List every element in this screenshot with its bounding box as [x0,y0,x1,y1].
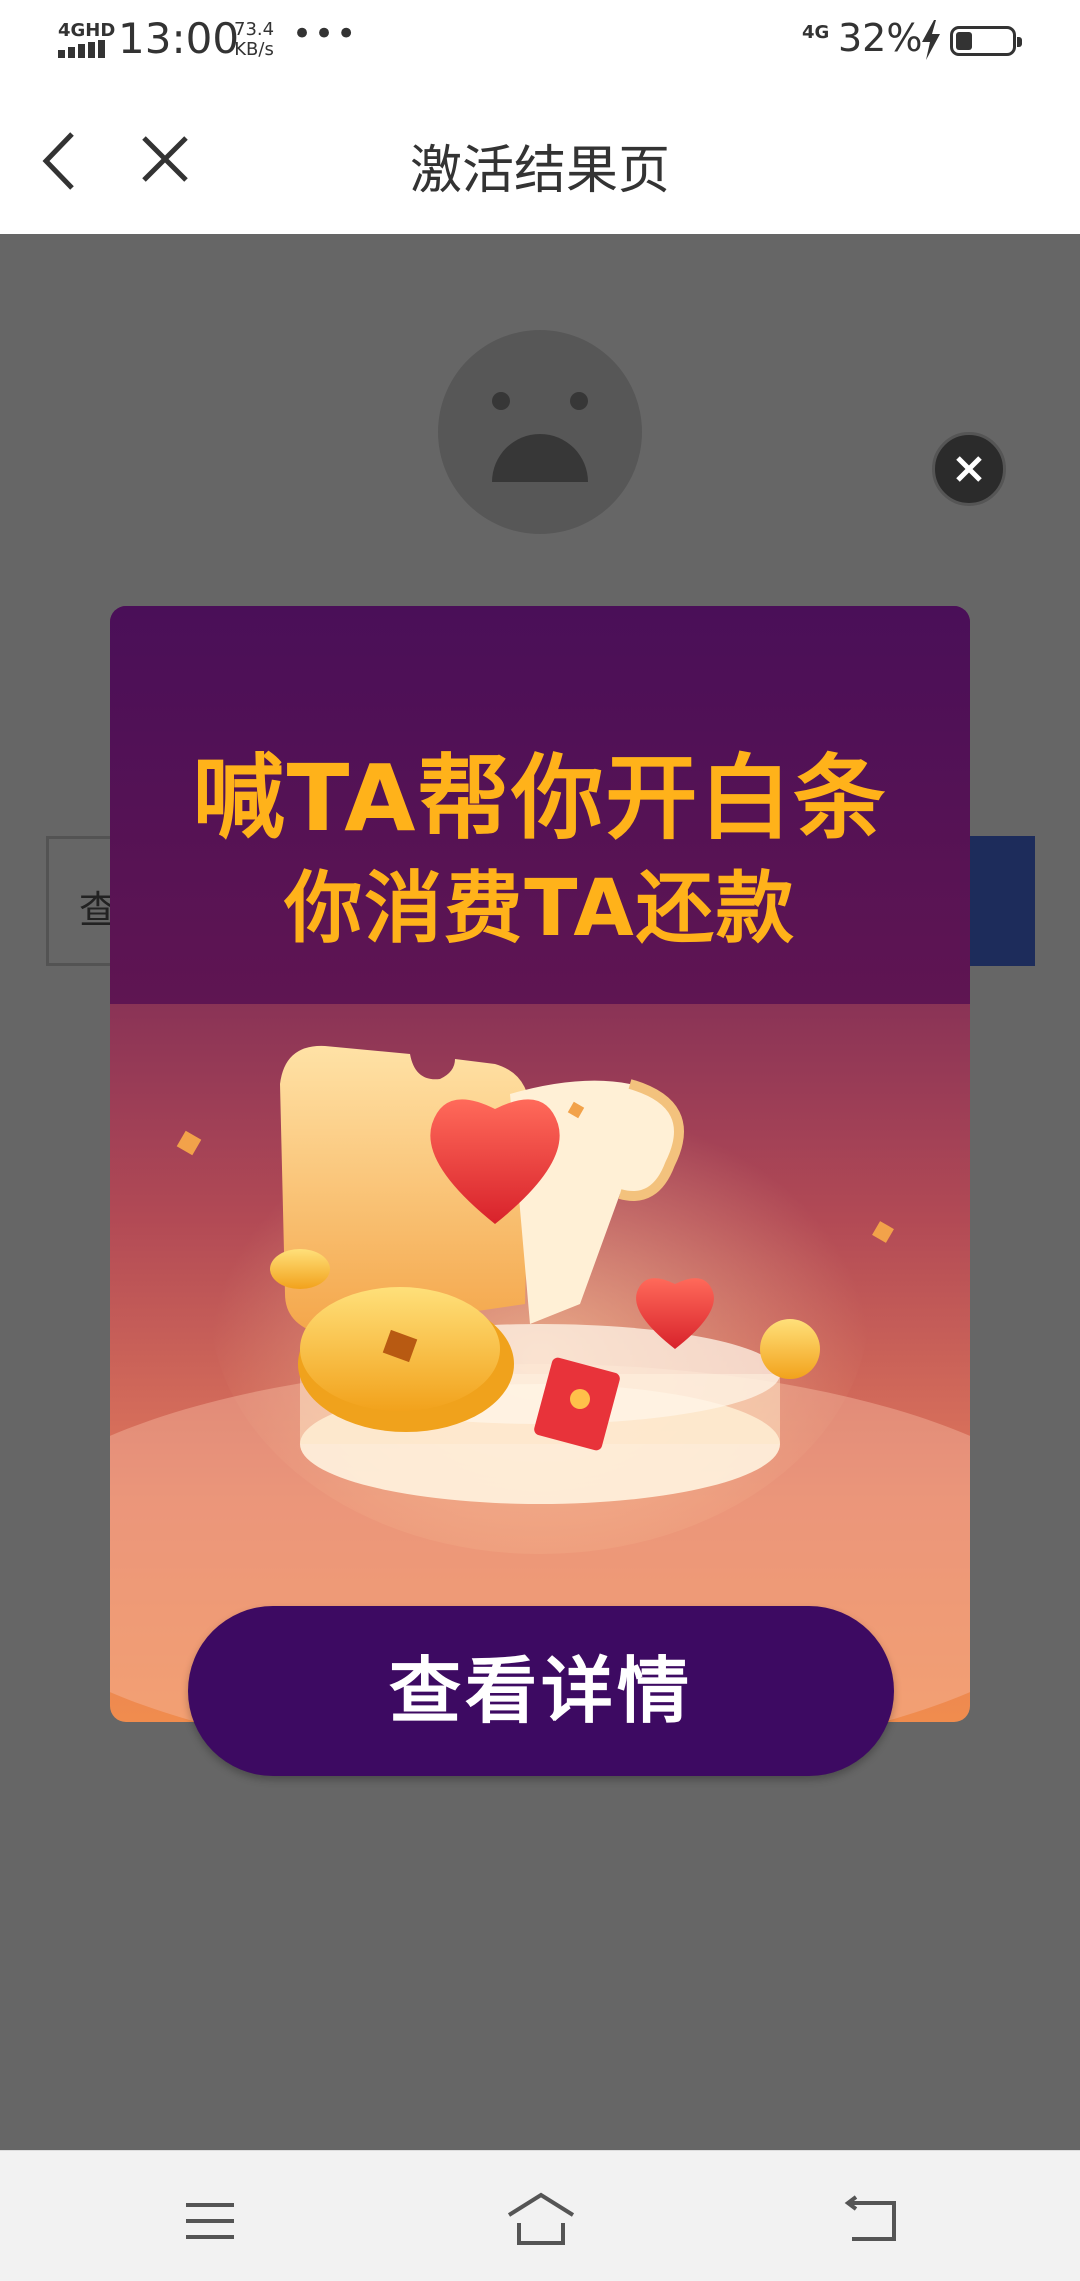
charging-icon [922,20,940,60]
more-notifications-icon: ••• [292,14,359,54]
close-icon [956,456,982,482]
status-bar: 4GHD 13:00 73.4 KB/s ••• 4G 32% [0,0,1080,88]
nav-bar: 激活结果页 [0,88,1080,234]
promo-headline: 喊TA帮你开白条 [192,745,888,852]
network-speed: 73.4 KB/s [234,20,274,60]
view-details-button[interactable]: 查看详情 [188,1606,894,1776]
speed-value: 73.4 [234,19,275,40]
back-icon[interactable] [842,2195,898,2243]
speed-unit: KB/s [234,39,274,60]
clock: 13:00 [118,14,240,63]
battery-percent: 32% [838,16,923,60]
close-modal-button[interactable] [932,432,1006,506]
network-type: 4GHD [58,20,116,41]
promo-modal: 喊TA帮你开白条 你消费TA还款 [110,606,970,1722]
signal-icon [58,40,105,58]
system-nav-bar [0,2150,1080,2281]
menu-icon[interactable] [184,2201,236,2241]
promo-subheadline: 你消费TA还款 [284,864,796,954]
page-title: 激活结果页 [409,141,670,201]
network-type-secondary: 4G [802,22,830,43]
home-icon[interactable] [505,2191,577,2247]
battery-icon [950,26,1022,56]
